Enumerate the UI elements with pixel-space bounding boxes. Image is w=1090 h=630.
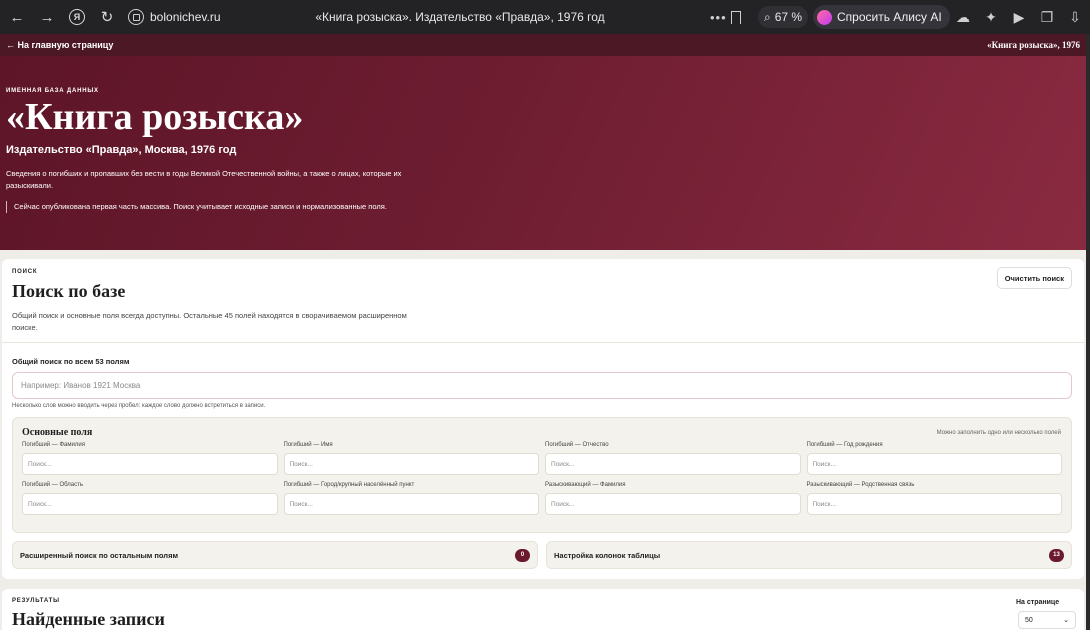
advanced-count-badge: 0 (515, 548, 530, 562)
field-label: Разыскивающий — Родственная связь (806, 482, 915, 488)
cloud-extension-icon[interactable]: ☁ (954, 8, 972, 26)
deceased-patronymic-input[interactable]: Поиск... (545, 453, 801, 475)
page: ← На главную страницу «Книга розыска», 1… (0, 34, 1086, 630)
forward-arrow-icon[interactable]: → (32, 0, 62, 34)
main-fields-panel: Основные поля Можно заполнить одно или н… (12, 417, 1072, 533)
hero-eyebrow: Именная база данных (6, 88, 99, 94)
media-icon[interactable]: ▶ (1010, 8, 1028, 26)
hero-description: Сведения о погибших и пропавших без вест… (6, 169, 402, 190)
collections-icon[interactable]: ❐ (1038, 8, 1056, 26)
hero-note: Сейчас опубликована первая часть массива… (6, 201, 426, 213)
field-searcher-relation: Разыскивающий — Родственная связь Поиск.… (806, 482, 1062, 515)
field-deceased-city: Погибший — Город/крупный населённый пунк… (283, 482, 539, 515)
advanced-search-toggle[interactable]: Расширенный поиск по остальным полям 0 (12, 541, 538, 569)
results-kicker: Результаты (12, 598, 60, 604)
alice-icon (817, 9, 832, 25)
accordion-row: Расширенный поиск по остальным полям 0 Н… (12, 541, 1072, 569)
bookmark-icon[interactable] (731, 10, 741, 24)
field-label: Погибший — Имя (283, 442, 333, 448)
clear-search-button[interactable]: Очистить поиск (996, 267, 1072, 289)
per-page-value: 50 (1025, 616, 1033, 624)
page-scrollbar[interactable] (1086, 34, 1090, 630)
field-label: Погибший — Год рождения (806, 442, 883, 448)
tab-title: «Книга розыска». Издательство «Правда», … (315, 10, 605, 24)
main-fields-title: Основные поля (22, 427, 93, 438)
search-lead: Общий поиск и основные поля всегда досту… (12, 311, 407, 332)
field-label: Погибший — Город/крупный населённый пунк… (283, 482, 415, 488)
main-fields-grid: Погибший — Фамилия Поиск... Погибший — И… (22, 442, 1062, 515)
field-label: Погибший — Фамилия (22, 442, 85, 448)
advanced-search-label: Расширенный поиск по остальным полям (20, 550, 178, 560)
yandex-icon: Я (69, 9, 85, 25)
column-settings-toggle[interactable]: Настройка колонок таблицы 13 (546, 541, 1072, 569)
hero-title: «Книга розыска» (6, 96, 304, 138)
zoom-search-icon: ⌕ (764, 9, 771, 24)
address-bar[interactable]: bolonichev.ru «Книга розыска». Издательс… (128, 5, 756, 29)
zoom-button[interactable]: ⌕ 67 % (758, 6, 809, 28)
per-page-label: На странице (1016, 599, 1060, 606)
field-label: Погибший — Отчество (545, 442, 609, 448)
global-search-hint: Несколько слов можно вводить через пробе… (12, 403, 266, 409)
global-search-input[interactable]: Например: Иванов 1921 Москва (12, 372, 1072, 399)
deceased-name-input[interactable]: Поиск... (283, 453, 539, 475)
extensions-area: ☁ ✦ ▶ ❐ ⇩ (954, 0, 1084, 34)
field-deceased-region: Погибший — Область Поиск... (22, 482, 278, 515)
search-header: Поиск Поиск по базе Общий поиск и основн… (2, 259, 1084, 343)
global-search-label: Общий поиск по всем 53 полям (12, 357, 130, 366)
ask-alice-button[interactable]: Спросить Алису AI (813, 5, 950, 29)
results-title: Найденные записи (12, 609, 165, 629)
reload-icon[interactable]: ↻ (92, 0, 122, 34)
hero-banner: Именная база данных «Книга розыска» Изда… (0, 56, 1086, 250)
search-title: Поиск по базе (12, 281, 126, 301)
field-deceased-surname: Погибший — Фамилия Поиск... (22, 442, 278, 475)
columns-count-badge: 13 (1049, 548, 1064, 562)
field-deceased-name: Погибший — Имя Поиск... (283, 442, 539, 475)
more-icon[interactable]: ••• (710, 10, 727, 25)
field-deceased-birth-year: Погибший — Год рождения Поиск... (806, 442, 1062, 475)
field-deceased-patronymic: Погибший — Отчество Поиск... (545, 442, 801, 475)
top-bar: ← На главную страницу «Книга розыска», 1… (0, 34, 1086, 56)
deceased-surname-input[interactable]: Поиск... (22, 453, 278, 475)
deceased-city-input[interactable]: Поиск... (283, 493, 539, 515)
site-info-icon[interactable] (128, 9, 144, 25)
chevron-down-icon: ⌄ (1063, 617, 1069, 624)
back-arrow-icon[interactable]: ← (2, 0, 32, 34)
puzzle-extensions-icon[interactable]: ✦ (982, 8, 1000, 26)
search-kicker: Поиск (12, 269, 38, 275)
zoom-level: 67 % (774, 10, 803, 24)
site-title: «Книга розыска», 1976 (987, 40, 1080, 50)
address-domain: bolonichev.ru (150, 10, 221, 24)
alice-label: Спросить Алису AI (837, 10, 942, 24)
yandex-home-button[interactable]: Я (62, 0, 92, 34)
search-card: Поиск Поиск по базе Общий поиск и основн… (2, 259, 1084, 579)
searcher-surname-input[interactable]: Поиск... (545, 493, 801, 515)
browser-toolbar: ← → Я ↻ bolonichev.ru «Книга розыска». И… (0, 0, 1090, 34)
downloads-icon[interactable]: ⇩ (1066, 8, 1084, 26)
home-link[interactable]: ← На главную страницу (6, 40, 113, 50)
column-settings-label: Настройка колонок таблицы (554, 550, 661, 560)
results-card: Результаты Найденные записи На странице … (2, 589, 1084, 630)
hero-subtitle: Издательство «Правда», Москва, 1976 год (6, 144, 237, 156)
field-label: Разыскивающий — Фамилия (545, 482, 626, 488)
searcher-relation-input[interactable]: Поиск... (806, 493, 1062, 515)
per-page-select[interactable]: 50 ⌄ (1018, 611, 1076, 629)
field-searcher-surname: Разыскивающий — Фамилия Поиск... (545, 482, 801, 515)
main-fields-hint: Можно заполнить одно или несколько полей (936, 430, 1061, 436)
deceased-region-input[interactable]: Поиск... (22, 493, 278, 515)
field-label: Погибший — Область (22, 482, 84, 488)
deceased-birth-year-input[interactable]: Поиск... (806, 453, 1062, 475)
